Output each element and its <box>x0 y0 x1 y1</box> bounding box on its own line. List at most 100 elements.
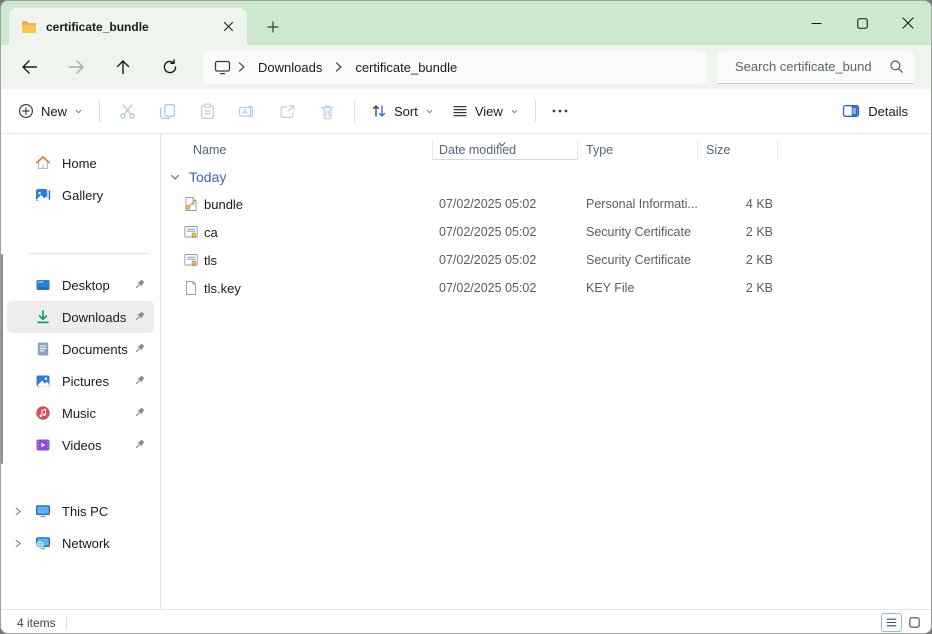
file-name[interactable]: tls <box>204 253 217 268</box>
sidebar-scrollbar[interactable] <box>1 254 3 464</box>
file-name[interactable]: bundle <box>204 197 243 212</box>
file-row-ca[interactable]: ca 07/02/2025 05:02 Security Certificate… <box>161 218 931 246</box>
file-type: Security Certificate <box>578 225 698 239</box>
details-pane-button[interactable]: Details <box>833 95 917 127</box>
maximize-button[interactable] <box>839 1 885 45</box>
titlebar[interactable]: certificate_bundle <box>1 1 931 45</box>
minimize-button[interactable] <box>793 1 839 45</box>
details-view-toggle[interactable] <box>881 613 902 632</box>
sidebar-item-documents[interactable]: Documents <box>7 333 154 365</box>
column-header-type[interactable]: Type <box>578 140 698 160</box>
file-size: 2 KB <box>698 253 778 267</box>
sort-button-label: Sort <box>394 104 418 119</box>
sidebar-item-gallery[interactable]: Gallery <box>7 179 154 211</box>
view-button[interactable]: View <box>443 95 528 127</box>
pin-icon <box>132 341 147 356</box>
share-button[interactable] <box>267 95 307 127</box>
file-date-modified: 07/02/2025 05:02 <box>433 253 578 267</box>
chevron-right-icon <box>334 61 343 73</box>
back-button[interactable] <box>13 51 45 83</box>
copy-button[interactable] <box>147 95 187 127</box>
folder-icon <box>21 20 37 34</box>
file-date-modified: 07/02/2025 05:02 <box>433 197 578 211</box>
file-size: 2 KB <box>698 281 778 295</box>
breadcrumb-certificate-bundle[interactable]: certificate_bundle <box>349 57 463 78</box>
desktop-icon <box>35 277 51 293</box>
sidebar-item-desktop[interactable]: Desktop <box>7 269 154 301</box>
file-date-modified: 07/02/2025 05:02 <box>433 281 578 295</box>
view-toggles <box>881 613 925 632</box>
tab-close-icon[interactable] <box>217 16 239 38</box>
file-type: Personal Informati... <box>578 197 698 211</box>
sidebar-item-label: Documents <box>62 342 128 357</box>
navigation-bar: Downloads certificate_bundle <box>1 45 931 89</box>
pin-icon <box>132 405 147 420</box>
close-button[interactable] <box>885 1 931 45</box>
file-row-tls-key[interactable]: tls.key 07/02/2025 05:02 KEY File 2 KB <box>161 274 931 302</box>
chevron-down-icon <box>425 107 434 116</box>
sidebar-item-label: Music <box>62 406 96 421</box>
details-pane-icon <box>842 103 860 119</box>
item-count: 4 items <box>17 616 56 630</box>
pin-icon <box>132 309 147 324</box>
file-row-tls[interactable]: tls 07/02/2025 05:02 Security Certificat… <box>161 246 931 274</box>
sidebar-item-downloads[interactable]: Downloads <box>7 301 154 333</box>
file-type: Security Certificate <box>578 253 698 267</box>
sidebar-item-network[interactable]: Network <box>7 527 154 559</box>
file-name[interactable]: ca <box>204 225 218 240</box>
chevron-right-icon[interactable] <box>13 537 23 552</box>
forward-button[interactable] <box>60 51 92 83</box>
chevron-down-icon[interactable] <box>169 171 181 183</box>
statusbar-divider <box>66 616 67 630</box>
search-input[interactable] <box>733 58 889 75</box>
more-options-button[interactable] <box>543 95 577 127</box>
file-date-modified: 07/02/2025 05:02 <box>433 225 578 239</box>
group-label: Today <box>189 169 226 185</box>
videos-icon <box>35 437 51 453</box>
sort-icon <box>371 103 387 119</box>
breadcrumb[interactable]: Downloads certificate_bundle <box>202 51 707 84</box>
home-icon <box>35 155 51 171</box>
file-size: 2 KB <box>698 225 778 239</box>
this-pc-icon[interactable] <box>214 59 231 75</box>
downloads-icon <box>35 309 51 325</box>
chevron-down-icon <box>510 107 519 116</box>
sidebar-spacer <box>1 461 160 495</box>
breadcrumb-downloads[interactable]: Downloads <box>252 57 328 78</box>
sidebar-item-videos[interactable]: Videos <box>7 429 154 461</box>
up-button[interactable] <box>107 51 139 83</box>
file-name[interactable]: tls.key <box>204 281 241 296</box>
group-header-today[interactable]: Today <box>161 164 931 190</box>
new-plus-icon <box>18 103 34 119</box>
sort-button[interactable]: Sort <box>362 95 443 127</box>
column-header-name[interactable]: Name <box>161 140 433 160</box>
new-tab-icon[interactable] <box>261 15 285 39</box>
chevron-right-icon[interactable] <box>13 505 23 520</box>
large-icons-view-toggle[interactable] <box>904 613 925 632</box>
pfx-certificate-file-icon <box>183 196 199 212</box>
sidebar-item-label: Gallery <box>62 188 103 203</box>
sidebar-item-label: Downloads <box>62 310 126 325</box>
sidebar-item-label: Videos <box>62 438 102 453</box>
rename-button[interactable] <box>227 95 267 127</box>
refresh-button[interactable] <box>154 51 186 83</box>
delete-button[interactable] <box>307 95 347 127</box>
paste-button[interactable] <box>187 95 227 127</box>
sidebar-item-this-pc[interactable]: This PC <box>7 495 154 527</box>
file-size: 4 KB <box>698 197 778 211</box>
gallery-icon <box>35 187 51 203</box>
explorer-tab[interactable]: certificate_bundle <box>9 8 247 45</box>
sidebar-item-music[interactable]: Music <box>7 397 154 429</box>
sidebar-item-home[interactable]: Home <box>7 147 154 179</box>
file-row-bundle[interactable]: bundle 07/02/2025 05:02 Personal Informa… <box>161 190 931 218</box>
sidebar-item-label: This PC <box>62 504 108 519</box>
search-icon[interactable] <box>889 59 904 74</box>
chevron-right-icon <box>237 61 246 73</box>
cut-button[interactable] <box>107 95 147 127</box>
sidebar-item-pictures[interactable]: Pictures <box>7 365 154 397</box>
search-box[interactable] <box>717 51 914 84</box>
tab-title: certificate_bundle <box>46 20 217 34</box>
security-certificate-file-icon <box>183 252 199 268</box>
column-header-size[interactable]: Size <box>698 140 778 160</box>
new-button[interactable]: New <box>9 95 92 127</box>
